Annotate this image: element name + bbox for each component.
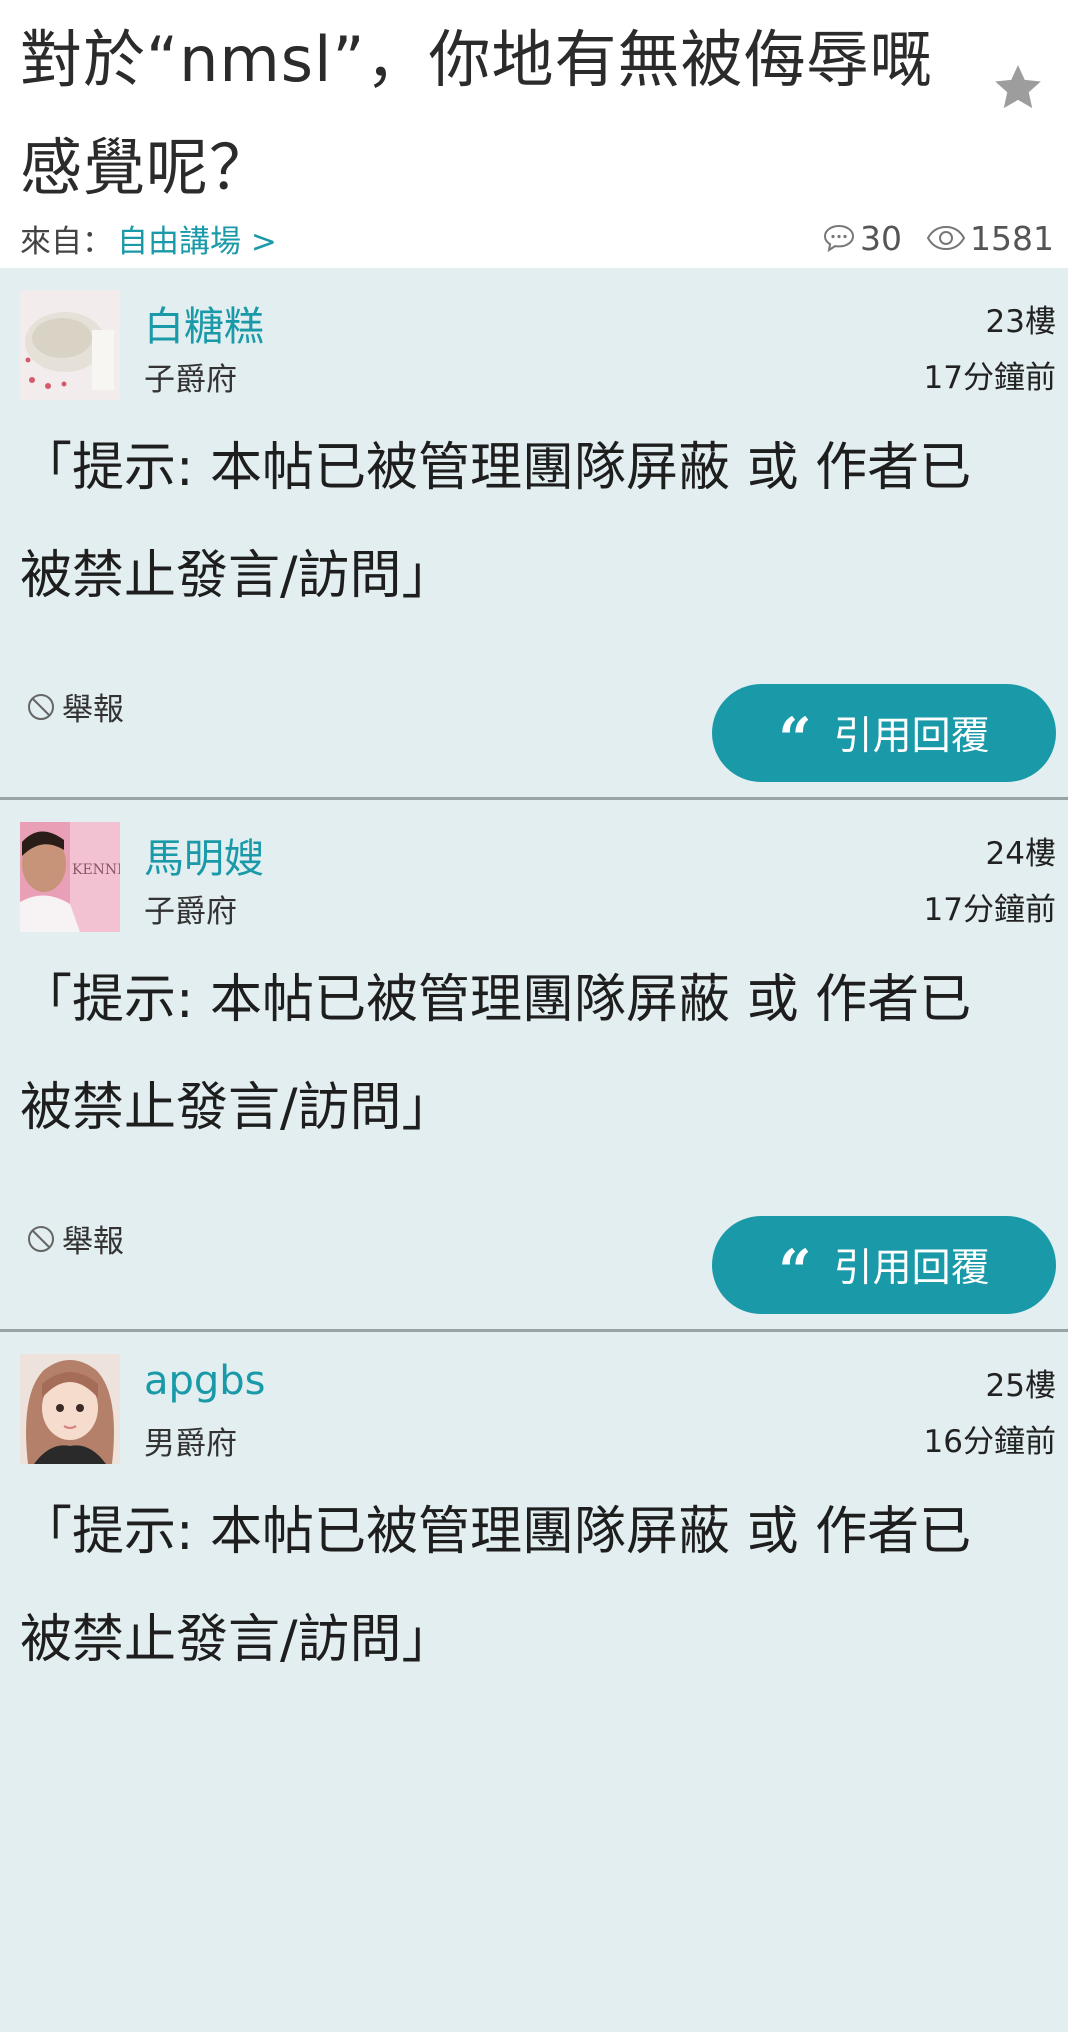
report-label: 舉報	[62, 692, 124, 728]
view-count-stat: 1581	[926, 219, 1054, 258]
floor-number: 23樓	[985, 304, 1056, 340]
quote-reply-button[interactable]: “ 引用回覆	[712, 684, 1056, 782]
avatar[interactable]: KENNE	[20, 822, 120, 932]
reply-count-stat: 30	[822, 219, 902, 258]
post-item: 白糖糕 子爵府 23樓 17分鐘前 「提示: 本帖已被管理團隊屏蔽 或 作者已被…	[0, 268, 1068, 800]
report-button[interactable]: 舉報	[26, 1216, 124, 1261]
board-link[interactable]: 自由講場 >	[117, 216, 277, 261]
man-photo-icon: KENNE	[20, 822, 120, 932]
username[interactable]: 白糖糕	[144, 294, 264, 352]
favorite-star-icon[interactable]	[990, 60, 1046, 116]
reply-count: 30	[860, 218, 903, 258]
post-item: KENNE 馬明嫂 子爵府 24樓 17分鐘前 「提示: 本帖已被管理團隊屏蔽 …	[0, 800, 1068, 1332]
block-icon	[28, 1225, 54, 1252]
username[interactable]: 馬明嫂	[144, 826, 264, 884]
report-label: 舉報	[62, 1224, 124, 1260]
thread-header: 對於“nmsl”，你地有無被侮辱嘅感覺呢？ 來自： 自由講場 > 30 1581	[0, 0, 1068, 268]
post-content: 「提示: 本帖已被管理團隊屏蔽 或 作者已被禁止發言/訪問」	[20, 1502, 972, 1670]
post-content: 「提示: 本帖已被管理團隊屏蔽 或 作者已被禁止發言/訪問」	[20, 970, 972, 1138]
from-label: 來自：	[20, 223, 113, 260]
post-item: apgbs 男爵府 25樓 16分鐘前 「提示: 本帖已被管理團隊屏蔽 或 作者…	[0, 1332, 1068, 2032]
avatar[interactable]	[20, 1354, 120, 1464]
post-time: 16分鐘前	[923, 1424, 1056, 1460]
report-button[interactable]: 舉報	[26, 684, 124, 729]
avatar[interactable]	[20, 290, 120, 400]
quote-reply-button[interactable]: “ 引用回覆	[712, 1216, 1056, 1314]
thread-title: 對於“nmsl”，你地有無被侮辱嘅感覺呢？	[20, 23, 933, 204]
thread-meta: 來自： 自由講場 > 30 1581	[20, 214, 1054, 262]
block-icon	[28, 693, 54, 720]
thread-stats: 30 1581	[798, 219, 1054, 258]
cake-photo-icon	[20, 290, 120, 400]
quote-icon: “	[778, 705, 812, 773]
username[interactable]: apgbs	[144, 1358, 266, 1404]
quote-reply-label: 引用回覆	[833, 1246, 990, 1291]
user-rank: 子爵府	[144, 894, 237, 930]
svg-text:KENNE: KENNE	[72, 862, 120, 878]
post-time: 17分鐘前	[923, 360, 1056, 396]
user-rank: 子爵府	[144, 362, 237, 398]
post-time: 17分鐘前	[923, 892, 1056, 928]
user-rank: 男爵府	[144, 1426, 237, 1462]
quote-reply-label: 引用回覆	[833, 714, 990, 759]
view-count: 1581	[970, 218, 1054, 258]
floor-number: 25樓	[985, 1368, 1056, 1404]
eye-icon	[926, 225, 966, 251]
quote-icon: “	[778, 1237, 812, 1305]
comment-icon	[824, 224, 855, 253]
girl-photo-icon	[20, 1354, 120, 1464]
post-content: 「提示: 本帖已被管理團隊屏蔽 或 作者已被禁止發言/訪問」	[20, 438, 972, 606]
floor-number: 24樓	[985, 836, 1056, 872]
